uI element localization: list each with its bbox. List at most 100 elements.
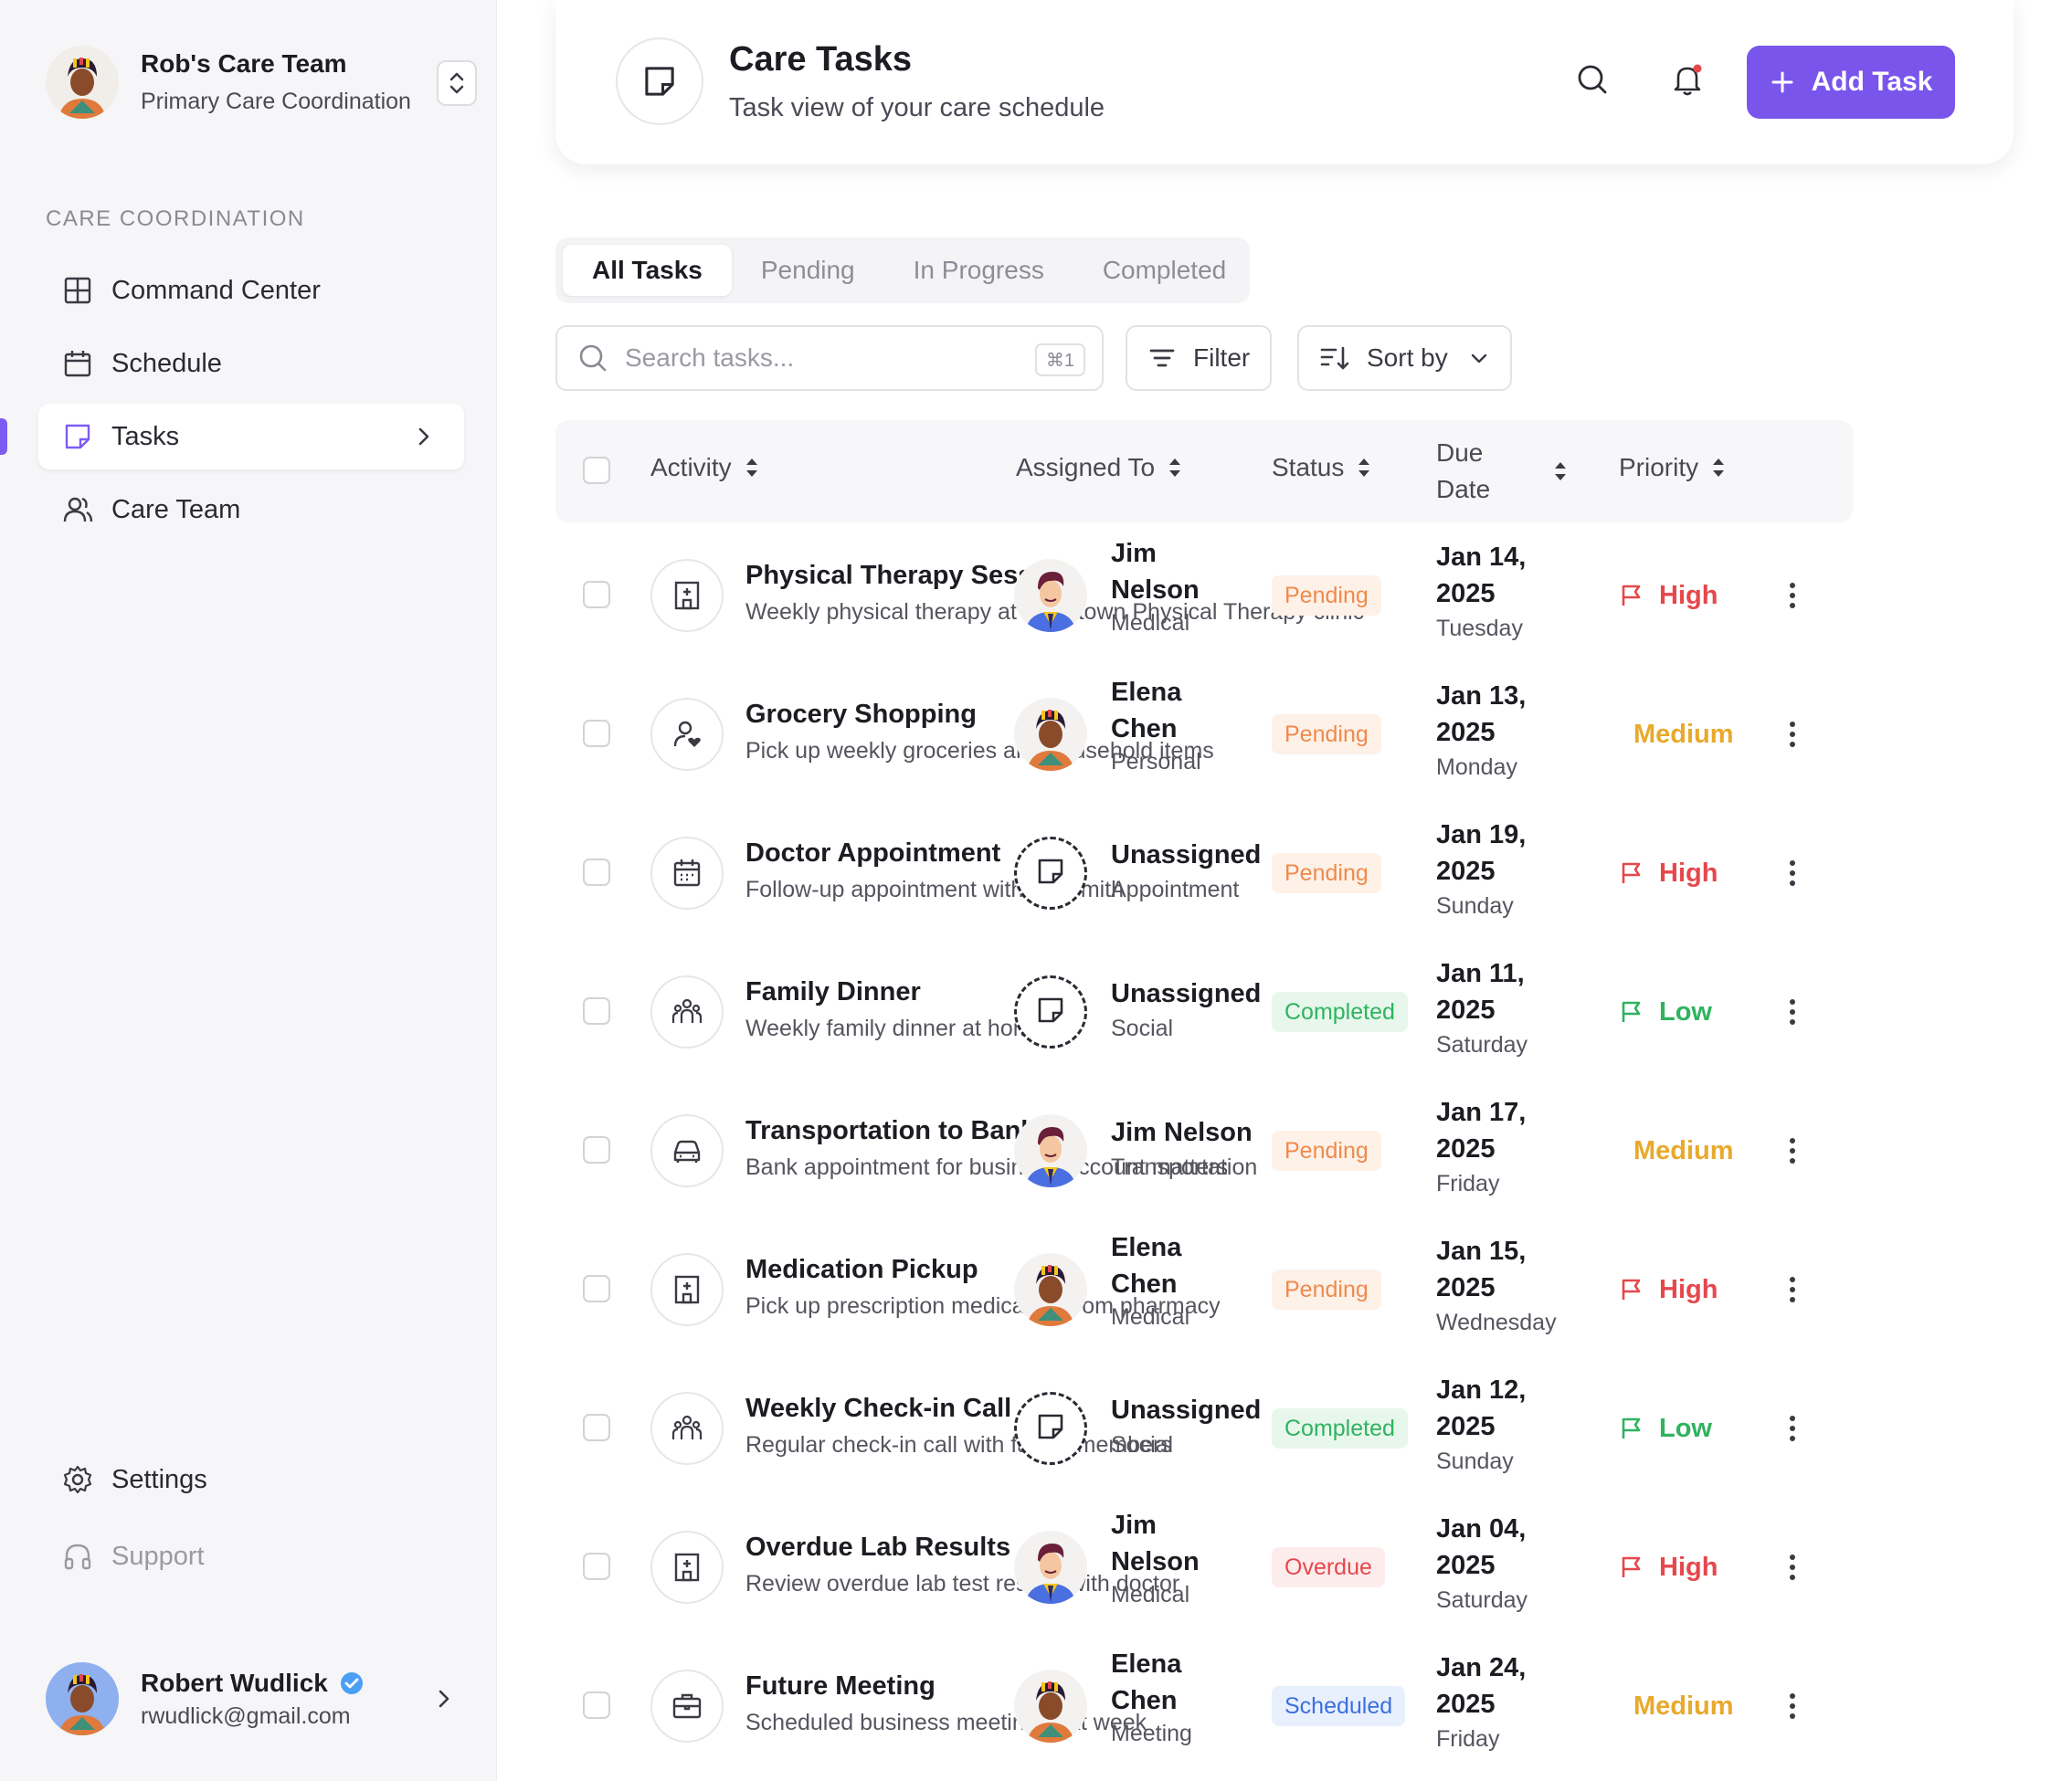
tab-pending[interactable]: Pending: [732, 245, 884, 296]
flag-icon: [1622, 1001, 1641, 1022]
status-badge: Overdue: [1272, 1547, 1385, 1587]
sidebar-item-label: Care Team: [111, 494, 241, 524]
chevron-right-icon[interactable]: [431, 1686, 457, 1712]
priority-text: Low: [1659, 996, 1712, 1027]
priority-text: Low: [1659, 1413, 1712, 1443]
row-checkbox[interactable]: [583, 1553, 610, 1580]
status-badge: Pending: [1272, 714, 1381, 754]
priority-label: High: [1619, 575, 1718, 616]
sidebar-item-settings[interactable]: Settings: [38, 1447, 464, 1512]
task-title[interactable]: Grocery Shopping: [745, 700, 977, 730]
add-task-button[interactable]: Add Task: [1747, 46, 1955, 119]
table-row[interactable]: Regular check-in call with family member…: [555, 1359, 1853, 1498]
priority-label: High: [1619, 1547, 1718, 1587]
search-box[interactable]: ⌘1: [555, 325, 1104, 391]
more-options-icon[interactable]: [1781, 1408, 1803, 1449]
task-category: Social: [1111, 1016, 1174, 1041]
task-category: Social: [1111, 1432, 1174, 1458]
row-checkbox[interactable]: [583, 720, 610, 747]
row-checkbox[interactable]: [583, 1414, 610, 1441]
more-options-icon[interactable]: [1781, 1547, 1803, 1587]
calendar-icon: [64, 351, 91, 377]
task-category: Appointment: [1111, 877, 1240, 902]
column-due-date[interactable]: Due Date: [1436, 435, 1573, 508]
sidebar: Rob's Care Team Primary Care Coordinatio…: [0, 0, 497, 1781]
avatar: [1014, 698, 1087, 771]
task-title[interactable]: Family Dinner: [745, 977, 921, 1007]
page-title: Care Tasks: [729, 40, 912, 79]
more-options-icon[interactable]: [1781, 1131, 1803, 1171]
sidebar-item-command-center[interactable]: Command Center: [38, 258, 464, 323]
tab-all-tasks[interactable]: All Tasks: [563, 245, 732, 296]
task-title[interactable]: Physical Therapy Sess: [745, 561, 1032, 591]
table-row[interactable]: Weekly family dinner at home Family Dinne…: [555, 943, 1853, 1081]
add-task-label: Add Task: [1811, 67, 1933, 97]
flag-icon: [1622, 1417, 1641, 1438]
sort-button[interactable]: Sort by: [1297, 325, 1512, 391]
row-checkbox[interactable]: [583, 1691, 610, 1719]
task-title[interactable]: Future Meeting: [745, 1671, 936, 1702]
table-row[interactable]: Review overdue lab test results with doc…: [555, 1498, 1853, 1637]
priority-text: High: [1659, 1274, 1718, 1304]
select-all-checkbox[interactable]: [583, 457, 610, 484]
due-day: Sunday: [1436, 893, 1514, 919]
chevron-right-icon: [418, 427, 429, 446]
sidebar-item-support[interactable]: Support: [38, 1523, 464, 1589]
gear-icon: [63, 1465, 92, 1494]
table-row[interactable]: Weekly physical therapy at downtown Phys…: [555, 526, 1853, 665]
row-checkbox[interactable]: [583, 1275, 610, 1302]
sidebar-item-schedule[interactable]: Schedule: [38, 331, 464, 396]
filter-label: Filter: [1193, 343, 1251, 372]
more-options-icon[interactable]: [1781, 1686, 1803, 1726]
search-icon[interactable]: [1570, 57, 1615, 102]
more-options-icon[interactable]: [1781, 575, 1803, 616]
unassigned-avatar: [1014, 975, 1087, 1049]
chevron-up-down-icon[interactable]: [437, 60, 477, 106]
team-switcher[interactable]: Rob's Care Team Primary Care Coordinatio…: [46, 44, 477, 121]
filter-button[interactable]: Filter: [1126, 325, 1273, 391]
column-status[interactable]: Status: [1272, 453, 1373, 482]
table-row[interactable]: Scheduled business meeting next week Futu…: [555, 1637, 1853, 1776]
table-row[interactable]: Pick up weekly groceries and household i…: [555, 665, 1853, 804]
more-options-icon[interactable]: [1781, 992, 1803, 1032]
sidebar-item-tasks[interactable]: Tasks: [38, 404, 464, 469]
priority-label: High: [1619, 1270, 1718, 1310]
more-options-icon[interactable]: [1781, 853, 1803, 893]
bell-icon[interactable]: [1665, 57, 1710, 102]
task-title[interactable]: Medication Pickup: [745, 1255, 978, 1285]
plus-icon: [1771, 71, 1793, 93]
sticky-note-icon: [65, 424, 90, 449]
row-checkbox[interactable]: [583, 997, 610, 1025]
assignee-name: Jim Nelson: [1111, 1118, 1253, 1147]
task-title[interactable]: Doctor Appointment: [745, 838, 1000, 869]
task-title[interactable]: Overdue Lab Results: [745, 1533, 1010, 1563]
table-row[interactable]: Follow-up appointment with Dr. Smith Doct…: [555, 804, 1853, 943]
task-description: Scheduled business meeting next week: [745, 1710, 1147, 1735]
row-checkbox[interactable]: [583, 1136, 610, 1164]
table-row[interactable]: Bank appointment for business account ma…: [555, 1081, 1853, 1220]
more-options-icon[interactable]: [1781, 1270, 1803, 1310]
row-checkbox[interactable]: [583, 859, 610, 886]
due-date: Jan 11, 2025: [1436, 959, 1525, 1025]
column-activity[interactable]: Activity: [650, 453, 761, 482]
priority-label: High: [1619, 853, 1718, 893]
tab-completed[interactable]: Completed: [1073, 245, 1255, 296]
sort-icon: [1320, 346, 1349, 370]
row-checkbox[interactable]: [583, 581, 610, 608]
due-date: Jan 17, 2025: [1436, 1098, 1527, 1164]
column-priority[interactable]: Priority: [1619, 453, 1728, 482]
sticky-note-icon: [1035, 856, 1066, 891]
column-assigned-to[interactable]: Assigned To: [1016, 453, 1184, 482]
avatar: [46, 1662, 119, 1735]
tab-in-progress[interactable]: In Progress: [884, 245, 1073, 296]
flag-icon: [1622, 1556, 1641, 1577]
more-options-icon[interactable]: [1781, 714, 1803, 754]
table-row[interactable]: Pick up prescription medication from pha…: [555, 1220, 1853, 1359]
sidebar-item-care-team[interactable]: Care Team: [38, 477, 464, 543]
status-badge: Completed: [1272, 992, 1408, 1032]
user-profile[interactable]: Robert Wudlick rwudlick@gmail.com: [46, 1660, 466, 1737]
column-label: Activity: [650, 453, 732, 481]
task-title[interactable]: Transportation to Bank: [745, 1116, 1035, 1146]
search-input[interactable]: [625, 343, 1009, 373]
task-title[interactable]: Weekly Check-in Call: [745, 1394, 1011, 1424]
